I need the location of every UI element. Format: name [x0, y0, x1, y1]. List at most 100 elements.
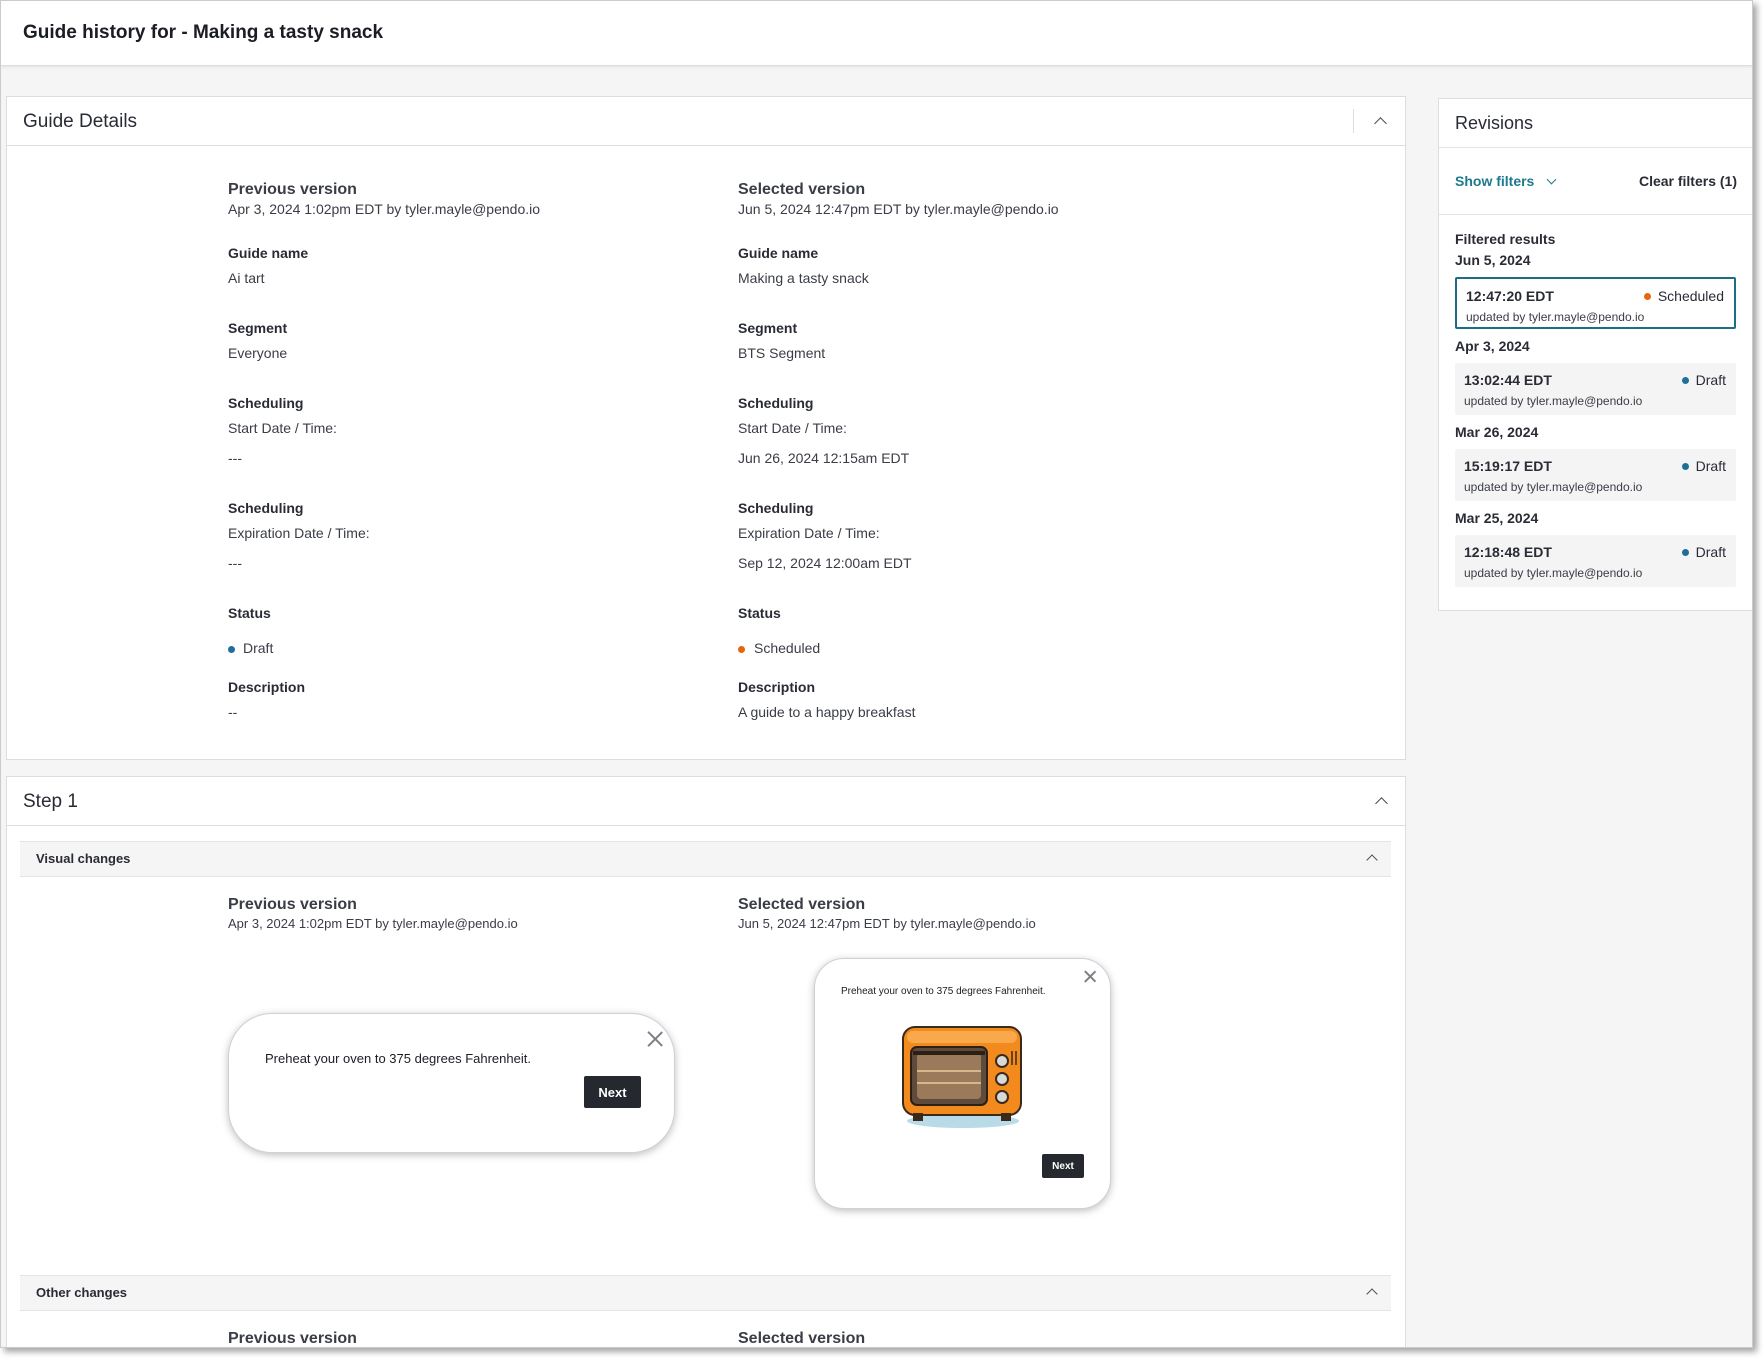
- previous-version-heading: Previous version: [228, 181, 357, 198]
- previous-segment-label: Segment: [228, 320, 288, 336]
- visual-selected-meta: Jun 5, 2024 12:47pm EDT by tyler.mayle@p…: [738, 916, 1036, 931]
- revision-item[interactable]: 12:18:48 EDT Draft updated by tyler.mayl…: [1455, 535, 1736, 587]
- selected-guide-name: Making a tasty snack: [738, 270, 869, 286]
- step-1-header[interactable]: Step 1: [7, 777, 1405, 826]
- selected-guide-message: Preheat your oven to 375 degrees Fahrenh…: [841, 986, 1046, 997]
- visual-previous-heading: Previous version: [228, 896, 357, 913]
- revision-status: Scheduled: [1643, 288, 1724, 304]
- draft-status-dot: [228, 646, 235, 653]
- collapse-chevron-up-icon[interactable]: [1375, 797, 1388, 810]
- selected-description-label: Description: [738, 679, 816, 695]
- revision-time: 13:02:44 EDT: [1464, 372, 1552, 388]
- previous-description: --: [228, 704, 238, 720]
- revision-item[interactable]: 15:19:17 EDT Draft updated by tyler.mayl…: [1455, 449, 1736, 501]
- previous-guide-name: Ai tart: [228, 270, 265, 286]
- collapse-chevron-up-icon[interactable]: [1374, 117, 1387, 130]
- selected-expiration-label: Expiration Date / Time:: [738, 525, 880, 541]
- previous-description-label: Description: [228, 679, 306, 695]
- previous-start-value: ---: [228, 450, 242, 466]
- clear-filters-button[interactable]: Clear filters (1): [1639, 173, 1737, 189]
- previous-start-label: Start Date / Time:: [228, 420, 337, 436]
- other-selected-heading: Selected version: [738, 1330, 866, 1347]
- revisions-title-divider: [1439, 147, 1752, 148]
- scheduled-status-dot: [738, 646, 745, 653]
- revisions-panel: Revisions Show filters Clear filters (1)…: [1438, 98, 1752, 611]
- previous-version-meta: Apr 3, 2024 1:02pm EDT by tyler.mayle@pe…: [228, 201, 541, 217]
- previous-guide-message: Preheat your oven to 375 degrees Fahrenh…: [265, 1051, 531, 1066]
- collapse-chevron-up-icon[interactable]: [1366, 1288, 1378, 1300]
- filtered-results-label: Filtered results: [1455, 231, 1556, 247]
- revision-date: Mar 25, 2024: [1455, 510, 1539, 526]
- previous-scheduling-label-2: Scheduling: [228, 500, 304, 516]
- draft-status-dot: [1681, 549, 1689, 556]
- selected-version-heading: Selected version: [738, 181, 866, 198]
- selected-guide-preview: Preheat your oven to 375 degrees Fahrenh…: [814, 958, 1111, 1209]
- show-filters-label: Show filters: [1455, 173, 1535, 189]
- other-previous-heading: Previous version: [228, 1330, 357, 1347]
- selected-segment-label: Segment: [738, 320, 798, 336]
- selected-expiration-value: Sep 12, 2024 12:00am EDT: [738, 555, 912, 571]
- revision-updated-by: updated by tyler.mayle@pendo.io: [1464, 480, 1643, 494]
- selected-guide-name-label: Guide name: [738, 245, 819, 261]
- show-filters-button[interactable]: Show filters: [1455, 173, 1557, 189]
- previous-scheduling-label: Scheduling: [228, 395, 304, 411]
- selected-start-label: Start Date / Time:: [738, 420, 847, 436]
- step-1-card: Step 1 Visual changes Previous version A…: [6, 776, 1406, 1347]
- visual-selected-heading: Selected version: [738, 896, 866, 913]
- previous-expiration-label: Expiration Date / Time:: [228, 525, 370, 541]
- revision-item-selected[interactable]: 12:47:20 EDT Scheduled updated by tyler.…: [1455, 277, 1736, 329]
- other-changes-title: Other changes: [36, 1285, 128, 1300]
- revisions-title: Revisions: [1455, 113, 1534, 133]
- guide-details-card: Guide Details Previous version Apr 3, 20…: [6, 96, 1406, 760]
- guide-history-window: Guide history for - Making a tasty snack…: [0, 0, 1753, 1348]
- guide-details-title: Guide Details: [23, 111, 138, 132]
- revision-status-label: Draft: [1695, 458, 1726, 474]
- previous-next-button[interactable]: Next: [584, 1076, 641, 1108]
- previous-expiration-value: ---: [228, 555, 242, 571]
- visual-changes-bar[interactable]: Visual changes: [20, 841, 1391, 877]
- revision-status-label: Draft: [1695, 372, 1726, 388]
- revision-date: Jun 5, 2024: [1455, 252, 1531, 268]
- revision-updated-by: updated by tyler.mayle@pendo.io: [1466, 310, 1645, 324]
- selected-version-meta: Jun 5, 2024 12:47pm EDT by tyler.mayle@p…: [738, 201, 1059, 217]
- header-divider: [1353, 109, 1354, 133]
- step-1-title: Step 1: [23, 791, 78, 812]
- revision-status: Draft: [1681, 458, 1726, 474]
- revision-status: Draft: [1681, 544, 1726, 560]
- visual-previous-meta: Apr 3, 2024 1:02pm EDT by tyler.mayle@pe…: [228, 916, 518, 931]
- guide-details-header[interactable]: Guide Details: [7, 97, 1405, 146]
- revision-time: 15:19:17 EDT: [1464, 458, 1552, 474]
- revision-time: 12:47:20 EDT: [1466, 288, 1554, 304]
- selected-status: Scheduled: [754, 640, 821, 656]
- revision-updated-by: updated by tyler.mayle@pendo.io: [1464, 394, 1643, 408]
- revision-status: Draft: [1681, 372, 1726, 388]
- previous-guide-preview: Preheat your oven to 375 degrees Fahrenh…: [228, 1013, 675, 1153]
- close-icon[interactable]: [1083, 969, 1096, 984]
- selected-scheduling-label: Scheduling: [738, 395, 814, 411]
- selected-start-value: Jun 26, 2024 12:15am EDT: [738, 450, 910, 466]
- previous-segment: Everyone: [228, 345, 288, 361]
- selected-scheduling-label-2: Scheduling: [738, 500, 814, 516]
- close-icon[interactable]: [646, 1029, 663, 1049]
- chevron-down-icon: [1546, 174, 1557, 185]
- other-changes-bar[interactable]: Other changes: [20, 1275, 1391, 1311]
- previous-status-label: Status: [228, 605, 271, 621]
- revision-item[interactable]: 13:02:44 EDT Draft updated by tyler.mayl…: [1455, 363, 1736, 415]
- selected-status-label: Status: [738, 605, 781, 621]
- revision-status-label: Scheduled: [1657, 288, 1724, 304]
- revision-time: 12:18:48 EDT: [1464, 544, 1552, 560]
- revision-date: Apr 3, 2024: [1455, 338, 1530, 354]
- previous-guide-name-label: Guide name: [228, 245, 309, 261]
- visual-changes-title: Visual changes: [36, 851, 131, 866]
- draft-status-dot: [1681, 377, 1689, 384]
- revision-date: Mar 26, 2024: [1455, 424, 1539, 440]
- selected-description: A guide to a happy breakfast: [738, 704, 916, 720]
- selected-next-button[interactable]: Next: [1042, 1154, 1084, 1178]
- selected-segment: BTS Segment: [738, 345, 826, 361]
- collapse-chevron-up-icon[interactable]: [1366, 854, 1378, 866]
- draft-status-dot: [1681, 463, 1689, 470]
- filters-divider: [1439, 214, 1752, 215]
- revision-status-label: Draft: [1695, 544, 1726, 560]
- toaster-oven-image: [902, 1026, 1022, 1128]
- page-title: Guide history for - Making a tasty snack: [23, 22, 384, 43]
